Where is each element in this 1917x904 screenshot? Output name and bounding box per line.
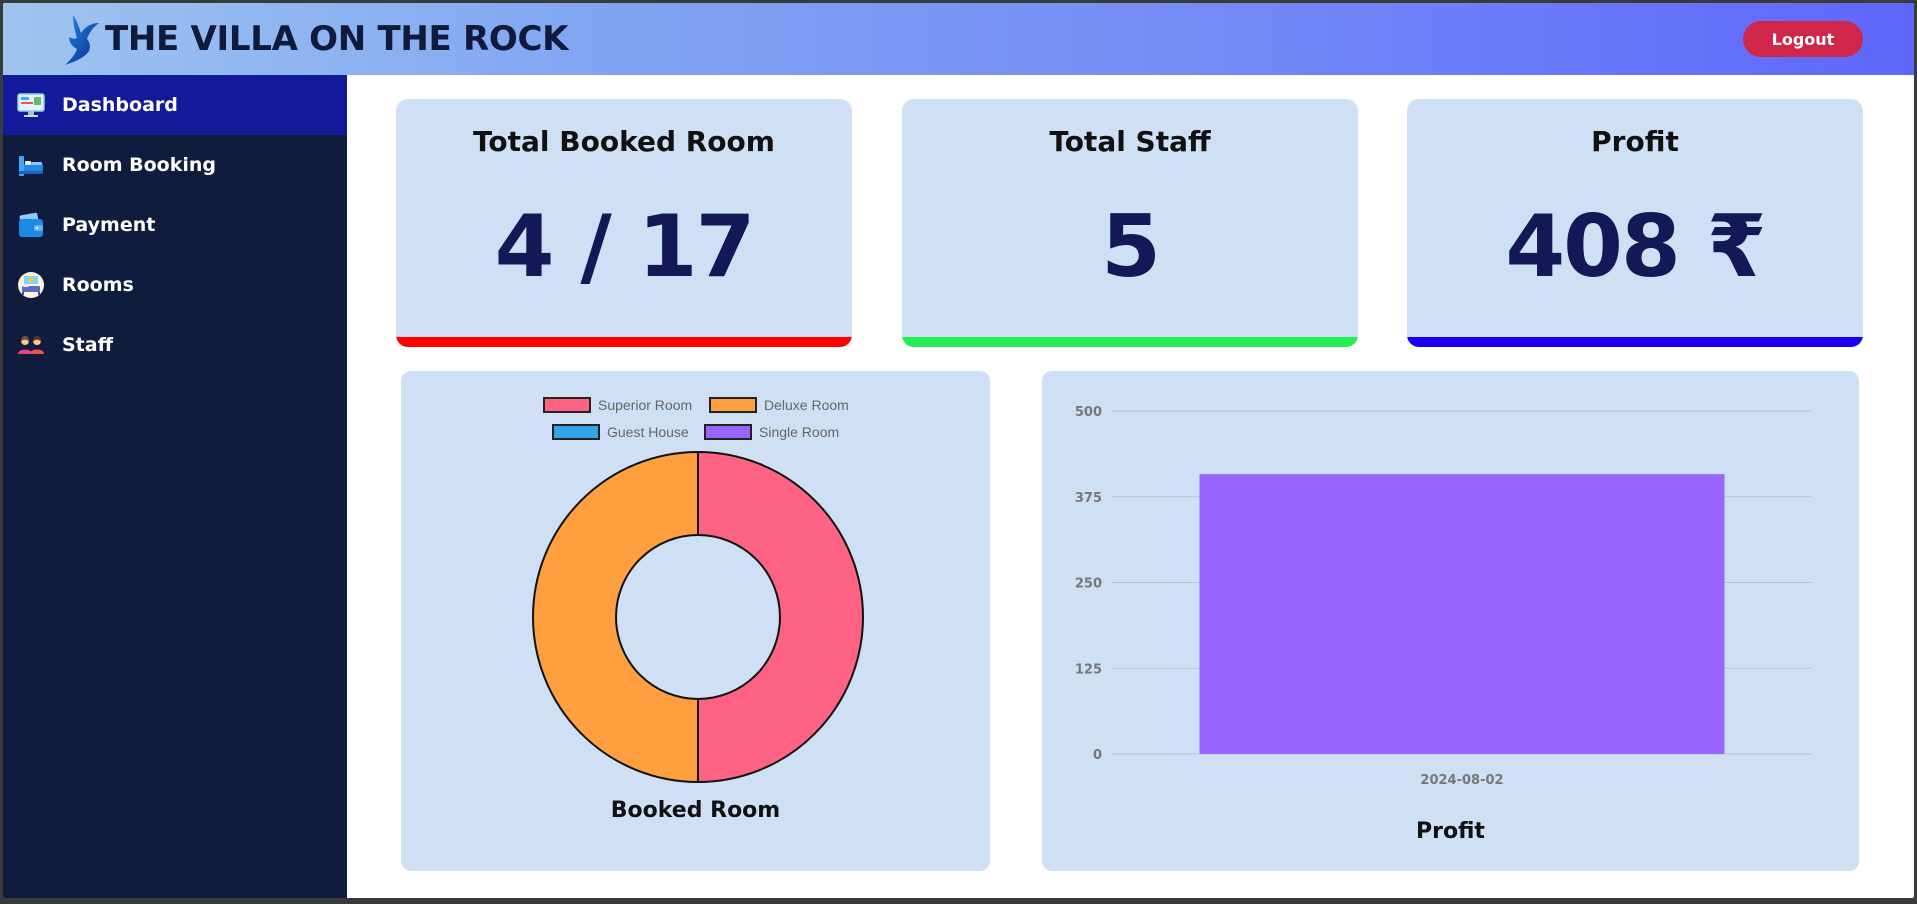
room-icon (18, 272, 44, 298)
y-tick-label: 375 (1075, 491, 1102, 506)
y-tick-label: 125 (1075, 662, 1102, 677)
y-tick-label: 0 (1093, 748, 1102, 763)
top-bar: THE VILLA ON THE ROCK Logout (3, 3, 1914, 75)
sidebar-item-payment[interactable]: Payment (3, 195, 347, 255)
sidebar-item-label: Payment (62, 214, 156, 236)
sidebar-item-label: Rooms (62, 274, 134, 296)
bar-chart: 0 125 250 375 500 2024-08-02 (1075, 405, 1812, 788)
y-tick-label: 500 (1075, 405, 1102, 420)
card-title: Total Booked Room (473, 125, 775, 158)
card-title: Profit (1591, 125, 1679, 158)
sidebar-item-room-booking[interactable]: Room Booking (3, 135, 347, 195)
bed-icon (19, 156, 43, 176)
chart-title: Booked Room (610, 798, 781, 823)
card-accent-bar (396, 337, 852, 347)
donut-chart (532, 450, 864, 784)
stat-card-total-staff: Total Staff 5 (902, 99, 1358, 347)
x-tick-label: 2024-08-02 (1420, 773, 1503, 788)
chart-title: Profit (1416, 819, 1485, 844)
card-value: 4 / 17 (494, 197, 756, 297)
sidebar-item-label: Dashboard (62, 94, 178, 116)
card-title: Total Staff (1049, 125, 1211, 158)
bird-logo-icon (65, 15, 99, 65)
app-window: THE VILLA ON THE ROCK Logout Dashboard R… (3, 3, 1914, 898)
stat-card-profit: Profit 408 ₹ (1407, 99, 1863, 347)
card-value: 408 ₹ (1505, 197, 1766, 297)
sidebar-item-label: Staff (62, 334, 113, 356)
monitor-icon (17, 93, 45, 117)
booked-room-chart-panel: Superior Room Deluxe Room Guest House Si… (401, 371, 990, 871)
staff-icon (18, 336, 44, 354)
bar[interactable] (1199, 474, 1725, 754)
profit-chart-panel: 0 125 250 375 500 2024-08-02 Profit (1042, 371, 1859, 871)
wallet-icon (19, 212, 43, 237)
sidebar-item-dashboard[interactable]: Dashboard (3, 75, 347, 135)
sidebar: Dashboard Room Booking Payment Rooms Sta… (3, 75, 347, 898)
donut-slice-deluxe-room[interactable] (532, 450, 699, 784)
donut-slice-superior-room[interactable] (697, 450, 864, 784)
y-tick-label: 250 (1075, 577, 1102, 592)
stat-card-booked-rooms: Total Booked Room 4 / 17 (396, 99, 852, 347)
sidebar-item-label: Room Booking (62, 154, 217, 176)
sidebar-item-rooms[interactable]: Rooms (3, 255, 347, 315)
app-title: THE VILLA ON THE ROCK (105, 19, 569, 59)
card-accent-bar (1407, 337, 1863, 347)
logout-button[interactable]: Logout (1743, 21, 1863, 57)
card-value: 5 (1101, 197, 1161, 297)
sidebar-item-staff[interactable]: Staff (3, 315, 347, 375)
brand: THE VILLA ON THE ROCK (59, 15, 569, 65)
card-accent-bar (902, 337, 1358, 347)
